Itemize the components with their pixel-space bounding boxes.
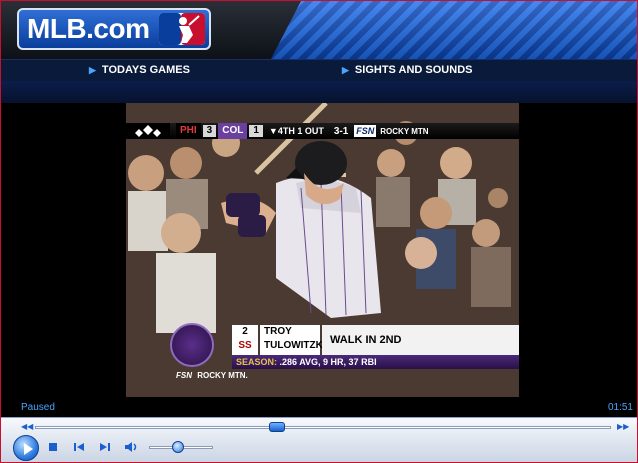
nav-label: TODAYS GAMES [101,64,190,76]
seek-track[interactable] [35,426,611,429]
home-team: COL [218,123,248,139]
volume-thumb[interactable] [171,441,184,453]
site-header: MLB.com [1,1,637,59]
seek-thumb[interactable] [268,422,285,432]
inning-indicator: ▼4TH 1 OUT [268,126,324,136]
seek-forward-icon[interactable]: ▶▶ [617,423,629,431]
bug-network: FSN [176,371,192,380]
player-number: 2 SS [232,325,258,355]
video-frame[interactable]: PHI 3 COL 1 ▼4TH 1 OUT 3-1 FSN ROCKY MTN… [126,103,519,397]
nav-todays-games[interactable]: ▶ TODAYS GAMES [89,64,190,76]
network-region: ROCKY MTN [380,126,429,136]
season-stats-values: .286 AVG, 9 HR, 37 RBI [279,357,377,367]
playback-status: Paused [21,402,55,413]
player-lower-third: 2 SS TROY TULOWITZKI WALK IN 2ND SEASON:… [170,321,519,371]
away-team: PHI [176,123,201,139]
previous-button[interactable] [71,439,87,455]
player-controls: ◀◀ ▶▶ [1,417,637,462]
bases-diamond-icon [126,123,170,139]
batter-silhouette-icon [159,13,205,45]
stop-icon [49,443,57,451]
status-bar: Paused 01:51 [1,399,637,417]
network-bug: FSN ROCKY MTN. [176,371,248,380]
arrow-right-icon: ▶ [342,64,349,75]
play-note: WALK IN 2ND [322,325,519,355]
ball-strike-count: 3-1 [333,125,349,137]
seek-bar[interactable]: ◀◀ ▶▶ [19,421,629,433]
play-icon [24,443,33,455]
speaker-icon [125,442,137,452]
network-logo: FSN [354,125,377,137]
player-name: TROY TULOWITZKI [260,325,326,355]
bug-region: ROCKY MTN. [197,371,248,380]
season-label: SEASON: [236,357,278,367]
away-score: 3 [202,125,217,137]
home-score: 1 [249,125,263,137]
stop-button[interactable] [45,439,61,455]
scorebug: PHI 3 COL 1 ▼4TH 1 OUT 3-1 FSN ROCKY MTN [126,123,519,139]
player-first-name: TROY [264,326,292,337]
playback-time: 01:51 [607,402,633,413]
nav-sights-and-sounds[interactable]: ▶ SIGHTS AND SOUNDS [342,64,472,76]
next-icon [100,443,110,451]
team-logo [170,323,214,367]
seek-back-icon[interactable]: ◀◀ [21,423,33,431]
nav-label: SIGHTS AND SOUNDS [354,64,473,76]
logo-text: MLB.com [27,13,150,44]
previous-icon [74,443,84,451]
header-stripes [271,1,637,59]
next-button[interactable] [97,439,113,455]
video-player-window: MLB.com ▶ TODAYS GAMES ▶ SIGHTS AND SOUN… [0,0,638,463]
player-last-name: TULOWITZKI [264,340,326,351]
nav-band [1,81,637,103]
mlb-logo[interactable]: MLB.com [17,8,211,50]
video-area[interactable]: PHI 3 COL 1 ▼4TH 1 OUT 3-1 FSN ROCKY MTN… [1,103,637,399]
main-nav: ▶ TODAYS GAMES ▶ SIGHTS AND SOUNDS [1,59,637,81]
arrow-right-icon: ▶ [89,64,96,75]
play-button[interactable] [13,435,39,461]
jersey-number: 2 [242,326,248,337]
mute-button[interactable] [123,439,139,455]
season-stats: SEASON: .286 AVG, 9 HR, 37 RBI [232,355,519,369]
player-position: SS [238,340,252,351]
